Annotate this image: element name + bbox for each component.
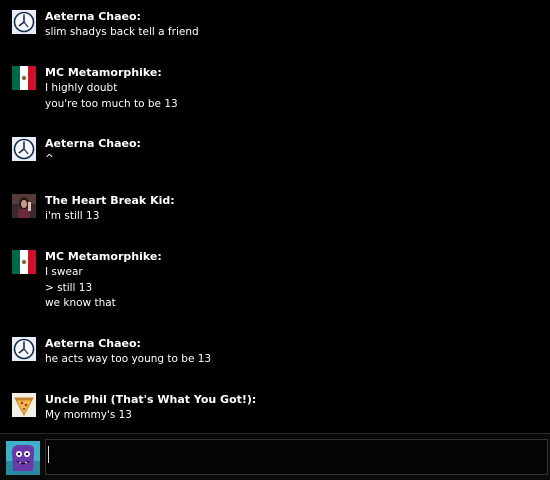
message-text: I swear <box>45 266 83 278</box>
sender-name[interactable]: Aeterna Chaeo: <box>45 137 141 150</box>
chat-log: Aeterna Chaeo: slim shadys back tell a f… <box>0 0 550 433</box>
clock-icon[interactable] <box>12 10 36 34</box>
sender-name[interactable]: Aeterna Chaeo: <box>45 337 141 350</box>
message-text: he acts way too young to be 13 <box>45 353 212 365</box>
clock-icon[interactable] <box>12 137 36 161</box>
message-text: My mommy's 13 <box>45 409 132 421</box>
message-text: we know that <box>45 297 116 309</box>
pizza-slice-icon[interactable] <box>12 393 36 417</box>
sender-name[interactable]: Uncle Phil (That's What You Got!): <box>45 393 256 406</box>
clock-icon[interactable] <box>12 337 36 361</box>
message-text: you're too much to be 13 <box>45 97 178 110</box>
message-text: i'm still 13 <box>45 210 100 222</box>
mexico-flag-icon[interactable] <box>12 250 36 274</box>
message-text: slim shadys back tell a friend <box>45 26 199 38</box>
message-input[interactable] <box>45 439 548 475</box>
person-photo-avatar[interactable] <box>12 194 36 218</box>
sender-name[interactable]: MC Metamorphike: <box>45 66 162 79</box>
message-text: ^ <box>45 153 54 165</box>
sender-name[interactable]: The Heart Break Kid: <box>45 194 175 207</box>
sender-name[interactable]: Aeterna Chaeo: <box>45 10 141 23</box>
purple-monster-avatar[interactable] <box>6 441 40 475</box>
message-composer <box>0 433 550 480</box>
sender-name[interactable]: MC Metamorphike: <box>45 250 162 263</box>
message-text: I highly doubt <box>45 82 118 94</box>
message-text: > still 13 <box>45 281 93 294</box>
mexico-flag-icon[interactable] <box>12 66 36 90</box>
text-caret <box>48 446 49 463</box>
